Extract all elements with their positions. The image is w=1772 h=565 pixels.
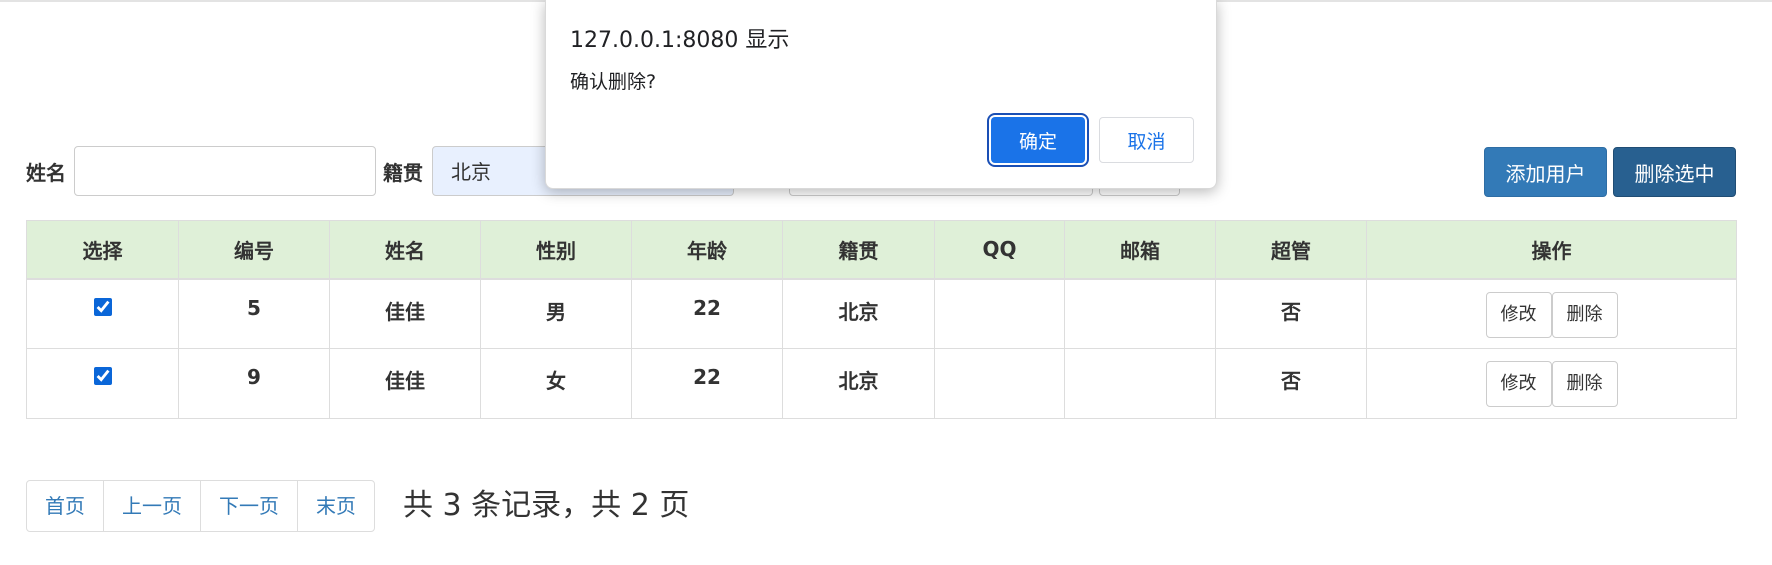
header-email: 邮箱: [1064, 220, 1216, 280]
prev-page-link[interactable]: 上一页: [104, 481, 201, 531]
row-checkbox[interactable]: [93, 297, 112, 316]
name-input[interactable]: [74, 146, 376, 196]
gender-cell: 女: [480, 348, 632, 419]
actions-cell: 修改 删除: [1366, 278, 1737, 349]
id-cell: 9: [178, 348, 330, 419]
origin-cell: 北京: [782, 348, 935, 419]
delete-selected-button[interactable]: 删除选中: [1613, 147, 1736, 197]
header-qq: QQ: [934, 220, 1065, 280]
record-count-text: 共 3 条记录，共 2 页: [403, 488, 690, 523]
header-admin: 超管: [1215, 220, 1367, 280]
age-cell: 22: [631, 278, 783, 349]
select-cell: [26, 348, 179, 419]
header-origin: 籍贯: [782, 220, 935, 280]
id-cell: 5: [178, 278, 330, 349]
admin-cell: 否: [1215, 348, 1367, 419]
header-id: 编号: [178, 220, 330, 280]
origin-cell: 北京: [782, 278, 935, 349]
select-cell: [26, 278, 179, 349]
table-row: 5 佳佳 男 22 北京 否 修改 删除: [26, 278, 1737, 349]
confirm-ok-button[interactable]: 确定: [991, 117, 1085, 163]
email-cell: [1064, 278, 1216, 349]
name-label: 姓名: [26, 161, 66, 185]
header-select: 选择: [26, 220, 179, 280]
name-cell: 佳佳: [329, 278, 481, 349]
admin-cell: 否: [1215, 278, 1367, 349]
add-user-button[interactable]: 添加用户: [1484, 147, 1607, 197]
confirm-cancel-button[interactable]: 取消: [1099, 117, 1194, 163]
edit-button[interactable]: 修改: [1485, 361, 1552, 407]
delete-button[interactable]: 删除: [1551, 361, 1618, 407]
qq-cell: [934, 348, 1065, 419]
age-cell: 22: [631, 348, 783, 419]
last-page-link[interactable]: 末页: [298, 481, 374, 531]
table-row: 9 佳佳 女 22 北京 否 修改 删除: [26, 348, 1737, 419]
gender-cell: 男: [480, 278, 632, 349]
email-cell: [1064, 348, 1216, 419]
pagination: 首页 上一页 下一页 末页: [26, 480, 375, 532]
qq-cell: [934, 278, 1065, 349]
dialog-title: 127.0.0.1:8080 显示: [570, 28, 790, 53]
edit-button[interactable]: 修改: [1485, 291, 1552, 338]
header-actions: 操作: [1366, 220, 1737, 280]
confirm-dialog: 127.0.0.1:8080 显示 确认删除? 确定 取消: [545, 0, 1217, 189]
delete-button[interactable]: 删除: [1551, 291, 1618, 338]
dialog-message: 确认删除?: [570, 71, 657, 93]
origin-label: 籍贯: [383, 161, 423, 185]
header-gender: 性别: [480, 220, 632, 280]
next-page-link[interactable]: 下一页: [201, 481, 298, 531]
table-header-row: 选择 编号 姓名 性别 年龄 籍贯 QQ 邮箱 超管 操作: [26, 220, 1737, 280]
header-age: 年龄: [631, 220, 783, 280]
header-name: 姓名: [329, 220, 481, 280]
first-page-link[interactable]: 首页: [27, 481, 104, 531]
row-checkbox[interactable]: [93, 367, 112, 385]
user-table: 选择 编号 姓名 性别 年龄 籍贯 QQ 邮箱 超管 操作 5 佳佳 男 22 …: [26, 220, 1737, 419]
name-cell: 佳佳: [329, 348, 481, 419]
actions-cell: 修改 删除: [1366, 348, 1737, 419]
